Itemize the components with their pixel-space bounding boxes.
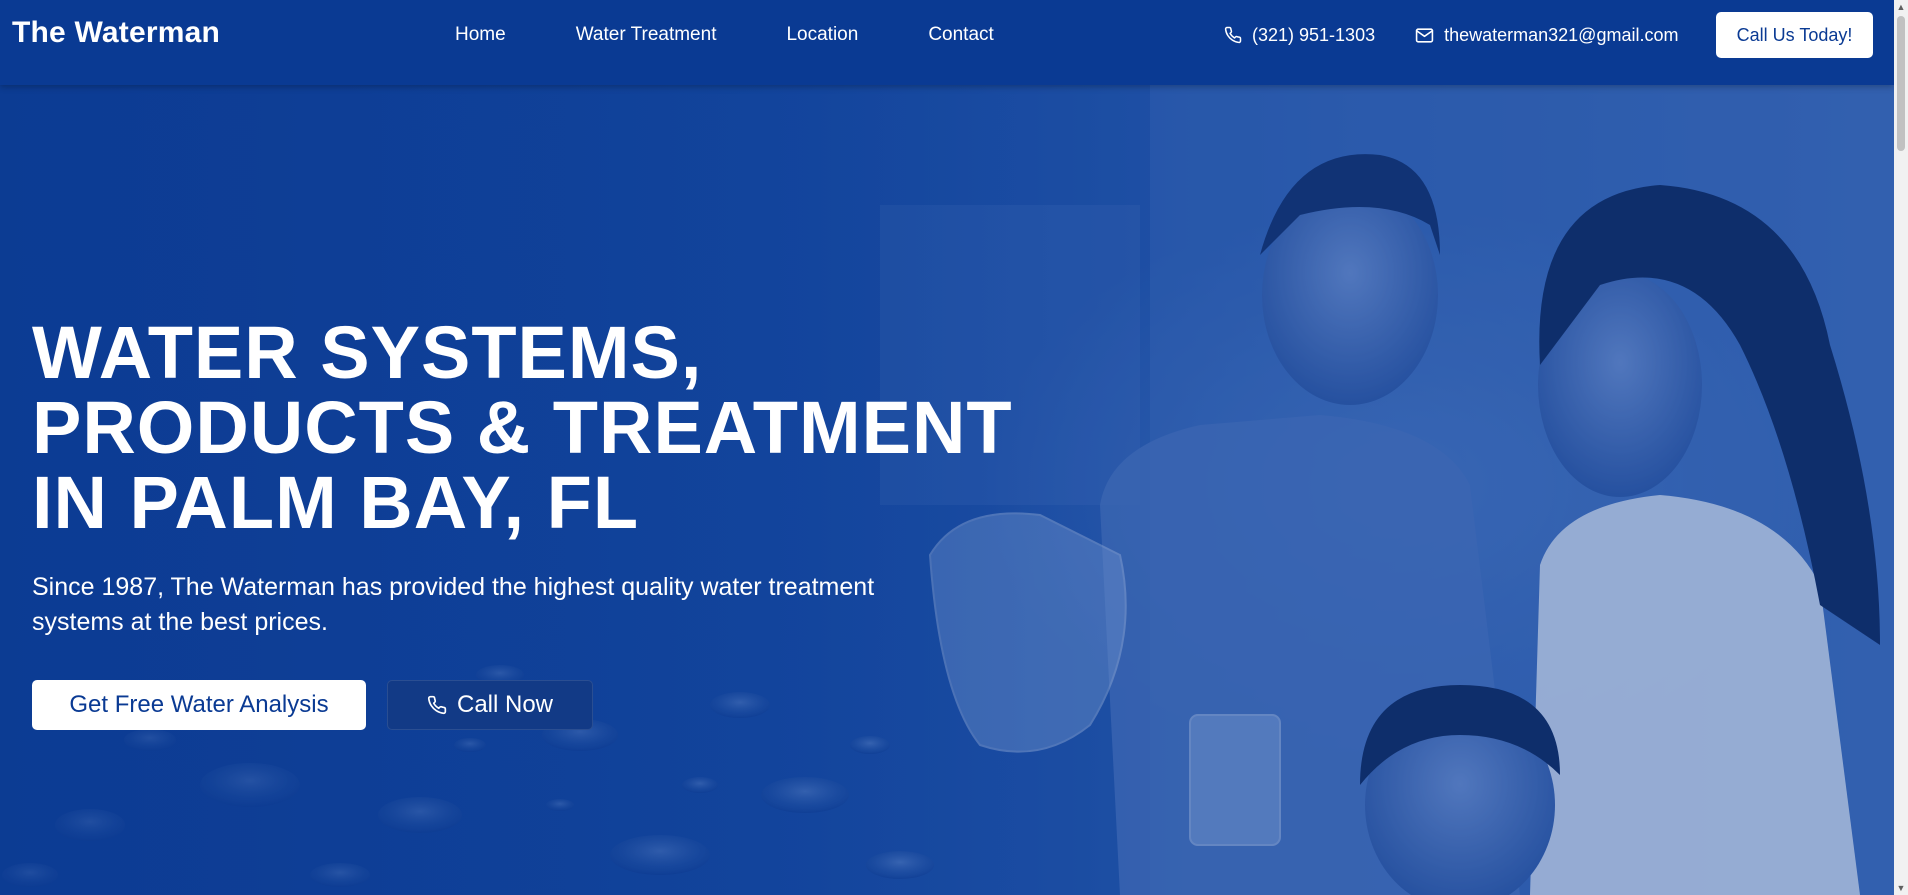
mail-icon bbox=[1415, 27, 1434, 43]
nav-location[interactable]: Location bbox=[786, 24, 858, 46]
phone-number: (321) 951-1303 bbox=[1252, 24, 1376, 45]
email-link[interactable]: thewaterman321@gmail.com bbox=[1415, 25, 1678, 46]
scroll-thumb[interactable] bbox=[1897, 16, 1905, 151]
scroll-down-arrow-icon[interactable]: ▼ bbox=[1894, 881, 1908, 895]
page: The Waterman Home Water Treatment Locati… bbox=[0, 0, 1908, 895]
hero-title: WATER SYSTEMS, PRODUCTS & TREATMENT IN P… bbox=[32, 311, 1013, 544]
hero-content: WATER SYSTEMS, PRODUCTS & TREATMENT IN P… bbox=[32, 315, 1032, 730]
hero-subtitle: Since 1987, The Waterman has provided th… bbox=[32, 573, 875, 636]
hero-section: WATER SYSTEMS, PRODUCTS & TREATMENT IN P… bbox=[0, 85, 1894, 895]
phone-icon bbox=[1224, 26, 1242, 44]
header-contact: (321) 951-1303 thewaterman321@gmail.com bbox=[1224, 0, 1718, 70]
nav-home[interactable]: Home bbox=[455, 24, 506, 46]
phone-link[interactable]: (321) 951-1303 bbox=[1224, 25, 1375, 46]
call-now-button[interactable]: Call Now bbox=[387, 680, 593, 730]
hero-buttons: Get Free Water Analysis Call Now bbox=[32, 680, 1032, 730]
email-address: thewaterman321@gmail.com bbox=[1444, 24, 1679, 45]
nav-water-treatment[interactable]: Water Treatment bbox=[576, 24, 717, 46]
scroll-up-arrow-icon[interactable]: ▲ bbox=[1894, 0, 1908, 14]
nav-contact[interactable]: Contact bbox=[928, 24, 993, 46]
call-now-label: Call Now bbox=[456, 691, 554, 718]
page-scrollbar[interactable]: ▲ ▼ bbox=[1894, 0, 1908, 895]
free-water-analysis-button[interactable]: Get Free Water Analysis bbox=[32, 680, 366, 730]
brand-logo[interactable]: The Waterman bbox=[12, 16, 220, 50]
site-header: The Waterman Home Water Treatment Locati… bbox=[0, 0, 1894, 85]
main-nav: Home Water Treatment Location Contact bbox=[455, 0, 1064, 70]
phone-icon bbox=[427, 695, 447, 715]
call-us-today-button[interactable]: Call Us Today! bbox=[1716, 12, 1873, 58]
